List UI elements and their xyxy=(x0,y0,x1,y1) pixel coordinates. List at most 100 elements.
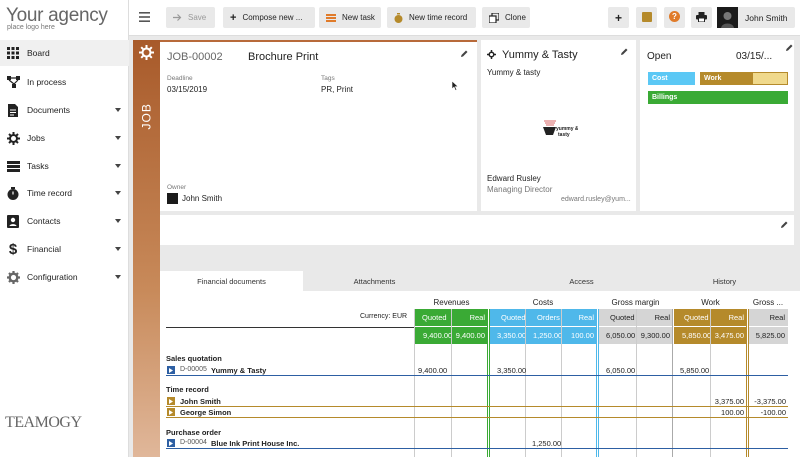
expand-arrow-icon[interactable] xyxy=(167,397,175,405)
doc-code[interactable]: D-00005 xyxy=(180,366,207,373)
svg-text:?: ? xyxy=(672,12,677,21)
billings-bar-label: Billings xyxy=(652,94,678,101)
nav-item-documents[interactable]: Documents xyxy=(0,97,129,123)
nav-item-in-process[interactable]: In process xyxy=(0,69,129,95)
costs-subheader: Quoted Orders Real xyxy=(489,309,597,326)
chevron-down-icon xyxy=(115,247,121,251)
nav-item-tasks[interactable]: Tasks xyxy=(0,153,129,179)
tab-attachments[interactable]: Attachments xyxy=(303,271,446,291)
col-gross-real[interactable]: Real xyxy=(770,313,785,322)
plus-icon: + xyxy=(230,11,237,24)
edit-pencil-icon[interactable] xyxy=(461,50,468,59)
nav-label: Jobs xyxy=(27,133,45,143)
compose-label: Compose new ... xyxy=(242,13,303,22)
nav-item-jobs[interactable]: Jobs xyxy=(0,125,129,151)
nav-item-board[interactable]: Board xyxy=(0,40,129,66)
cell-costs-orders: 1,250.00 xyxy=(532,439,562,448)
time-record-name[interactable]: John Smith xyxy=(180,397,221,406)
doc-name[interactable]: Yummy & Tasty xyxy=(211,366,266,375)
tab-history[interactable]: History xyxy=(653,271,796,291)
job-type-strip: JOB xyxy=(133,40,160,457)
new-task-label: New task xyxy=(342,13,375,22)
client-name[interactable]: Yummy & Tasty xyxy=(502,49,578,61)
stopwatch-icon xyxy=(394,12,403,23)
row-underline xyxy=(166,375,788,376)
tab-access[interactable]: Access xyxy=(510,271,653,291)
expand-arrow-icon[interactable] xyxy=(167,439,175,447)
time-record-name[interactable]: George Simon xyxy=(180,408,231,417)
edit-pencil-icon[interactable] xyxy=(781,221,788,230)
document-icon xyxy=(6,103,20,117)
col-divider xyxy=(636,309,637,457)
cell-costs-quoted: 3,350.00 xyxy=(497,366,527,375)
chevron-down-icon xyxy=(115,275,121,279)
cost-bar[interactable]: Cost xyxy=(648,72,695,85)
nav-item-contacts[interactable]: Contacts xyxy=(0,208,129,234)
tags-value[interactable]: PR, Print xyxy=(321,85,353,94)
nav-item-time-record[interactable]: Time record xyxy=(0,180,129,206)
doc-name[interactable]: Blue Ink Print House Inc. xyxy=(211,439,299,448)
new-task-button[interactable]: New task xyxy=(319,7,381,28)
owner-avatar xyxy=(167,193,178,204)
add-button[interactable]: + xyxy=(608,7,629,28)
nav-item-configuration[interactable]: Configuration xyxy=(0,264,129,290)
nav-label: Financial xyxy=(27,244,62,254)
billings-bar[interactable]: Billings xyxy=(648,91,788,104)
print-button[interactable] xyxy=(691,7,712,28)
new-time-record-button[interactable]: New time record xyxy=(387,7,476,28)
hamburger-menu-icon[interactable] xyxy=(139,12,150,22)
nav-label: Tasks xyxy=(27,161,49,171)
col-divider xyxy=(746,309,747,457)
section-title-purchase-order: Purchase order xyxy=(166,428,222,437)
help-button[interactable]: ? xyxy=(664,7,685,28)
tasks-icon xyxy=(6,159,20,173)
tab-financial-documents[interactable]: Financial documents xyxy=(160,271,303,291)
notes-button[interactable] xyxy=(636,7,657,28)
stopwatch-icon xyxy=(6,186,20,200)
total-costs-orders: 1,250.00 xyxy=(533,331,563,340)
toolbar: Save + Compose new ... New task New time… xyxy=(129,0,800,36)
expand-arrow-icon[interactable] xyxy=(167,366,175,374)
gross-subheader: Real xyxy=(748,309,788,326)
printer-icon xyxy=(696,11,707,24)
col-revenues-quoted[interactable]: Quoted xyxy=(422,313,447,322)
nav-label: Contacts xyxy=(27,216,61,226)
work-bar[interactable]: Work xyxy=(700,72,788,85)
owner-name[interactable]: John Smith xyxy=(182,194,222,203)
edit-pencil-icon[interactable] xyxy=(621,48,628,57)
clone-button[interactable]: Clone xyxy=(482,7,530,28)
col-costs-quoted[interactable]: Quoted xyxy=(501,313,526,322)
col-work-real[interactable]: Real xyxy=(729,313,744,322)
compose-new-button[interactable]: + Compose new ... xyxy=(223,7,315,28)
doc-code[interactable]: D-00004 xyxy=(180,439,207,446)
col-gm-quoted[interactable]: Quoted xyxy=(610,313,635,322)
contacts-icon xyxy=(6,214,20,228)
settings-gear-icon xyxy=(6,270,20,284)
chevron-down-icon xyxy=(115,136,121,140)
nav-label: In process xyxy=(27,77,67,87)
col-costs-orders[interactable]: Orders xyxy=(537,313,560,322)
user-menu-button[interactable]: John Smith xyxy=(717,7,795,28)
note-icon xyxy=(641,11,652,24)
notes-panel[interactable] xyxy=(160,215,794,245)
save-button[interactable]: Save xyxy=(166,7,215,28)
cell-work-quoted: 5,850.00 xyxy=(680,366,710,375)
deadline-value[interactable]: 03/15/2019 xyxy=(167,85,207,94)
expand-arrow-icon[interactable] xyxy=(167,408,175,416)
col-gm-real[interactable]: Real xyxy=(655,313,670,322)
total-gm-real: 9,300.00 xyxy=(640,331,670,340)
col-revenues-real[interactable]: Real xyxy=(470,313,485,322)
nav-item-financial[interactable]: $ Financial xyxy=(0,236,129,262)
contact-email[interactable]: edward.rusley@yum... xyxy=(561,196,631,203)
cost-bar-label: Cost xyxy=(652,75,668,82)
contact-name[interactable]: Edward Rusley xyxy=(487,174,541,183)
nav-label: Configuration xyxy=(27,272,78,282)
edit-pencil-icon[interactable] xyxy=(786,44,793,53)
job-card: JOB-00002 Brochure Print Deadline 03/15/… xyxy=(160,40,477,211)
work-bar-label: Work xyxy=(704,75,722,82)
client-subtitle: Yummy & tasty xyxy=(487,68,541,77)
nav-label: Board xyxy=(27,48,50,58)
col-work-quoted[interactable]: Quoted xyxy=(684,313,709,322)
col-costs-real[interactable]: Real xyxy=(579,313,594,322)
workflow-icon xyxy=(6,75,20,89)
